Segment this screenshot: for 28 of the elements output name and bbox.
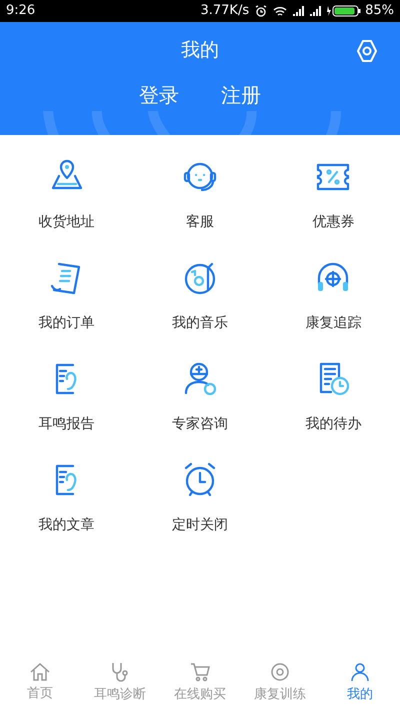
menu-item[interactable]: 我的待办 (266, 359, 400, 460)
target-icon (269, 661, 291, 684)
menu-item[interactable]: 定时关闭 (133, 460, 267, 561)
menu-item[interactable]: 康复追踪 (266, 258, 400, 359)
menu-item[interactable]: 我的音乐 (133, 258, 267, 359)
login-button[interactable]: 登录 (139, 80, 179, 110)
wifi-icon (273, 6, 288, 16)
menu-item[interactable]: 耳鸣报告 (0, 359, 134, 460)
menu-item[interactable]: 客服 (133, 157, 267, 258)
battery-percent: 85% (365, 2, 394, 20)
battery-icon (327, 5, 362, 17)
cart-icon (189, 661, 211, 684)
menu-item[interactable]: 我的文章 (0, 460, 134, 561)
settings-icon[interactable] (354, 38, 380, 64)
signal-icon (293, 6, 306, 16)
menu-item[interactable]: 收货地址 (0, 157, 134, 258)
menu-item[interactable]: 专家咨询 (133, 359, 267, 460)
clock-time: 9:26 (6, 2, 36, 20)
register-button[interactable]: 注册 (221, 80, 261, 110)
menu-item[interactable]: 我的订单 (0, 258, 134, 359)
network-speed: 3.77K/s (200, 2, 250, 20)
home-icon (29, 662, 51, 682)
signal-icon (310, 6, 324, 16)
person-icon (349, 661, 371, 684)
page-title: 我的 (181, 38, 219, 63)
alarm-icon (255, 5, 268, 17)
tab[interactable]: 我的 (320, 661, 400, 705)
menu-item[interactable]: 优惠券 (266, 157, 400, 258)
